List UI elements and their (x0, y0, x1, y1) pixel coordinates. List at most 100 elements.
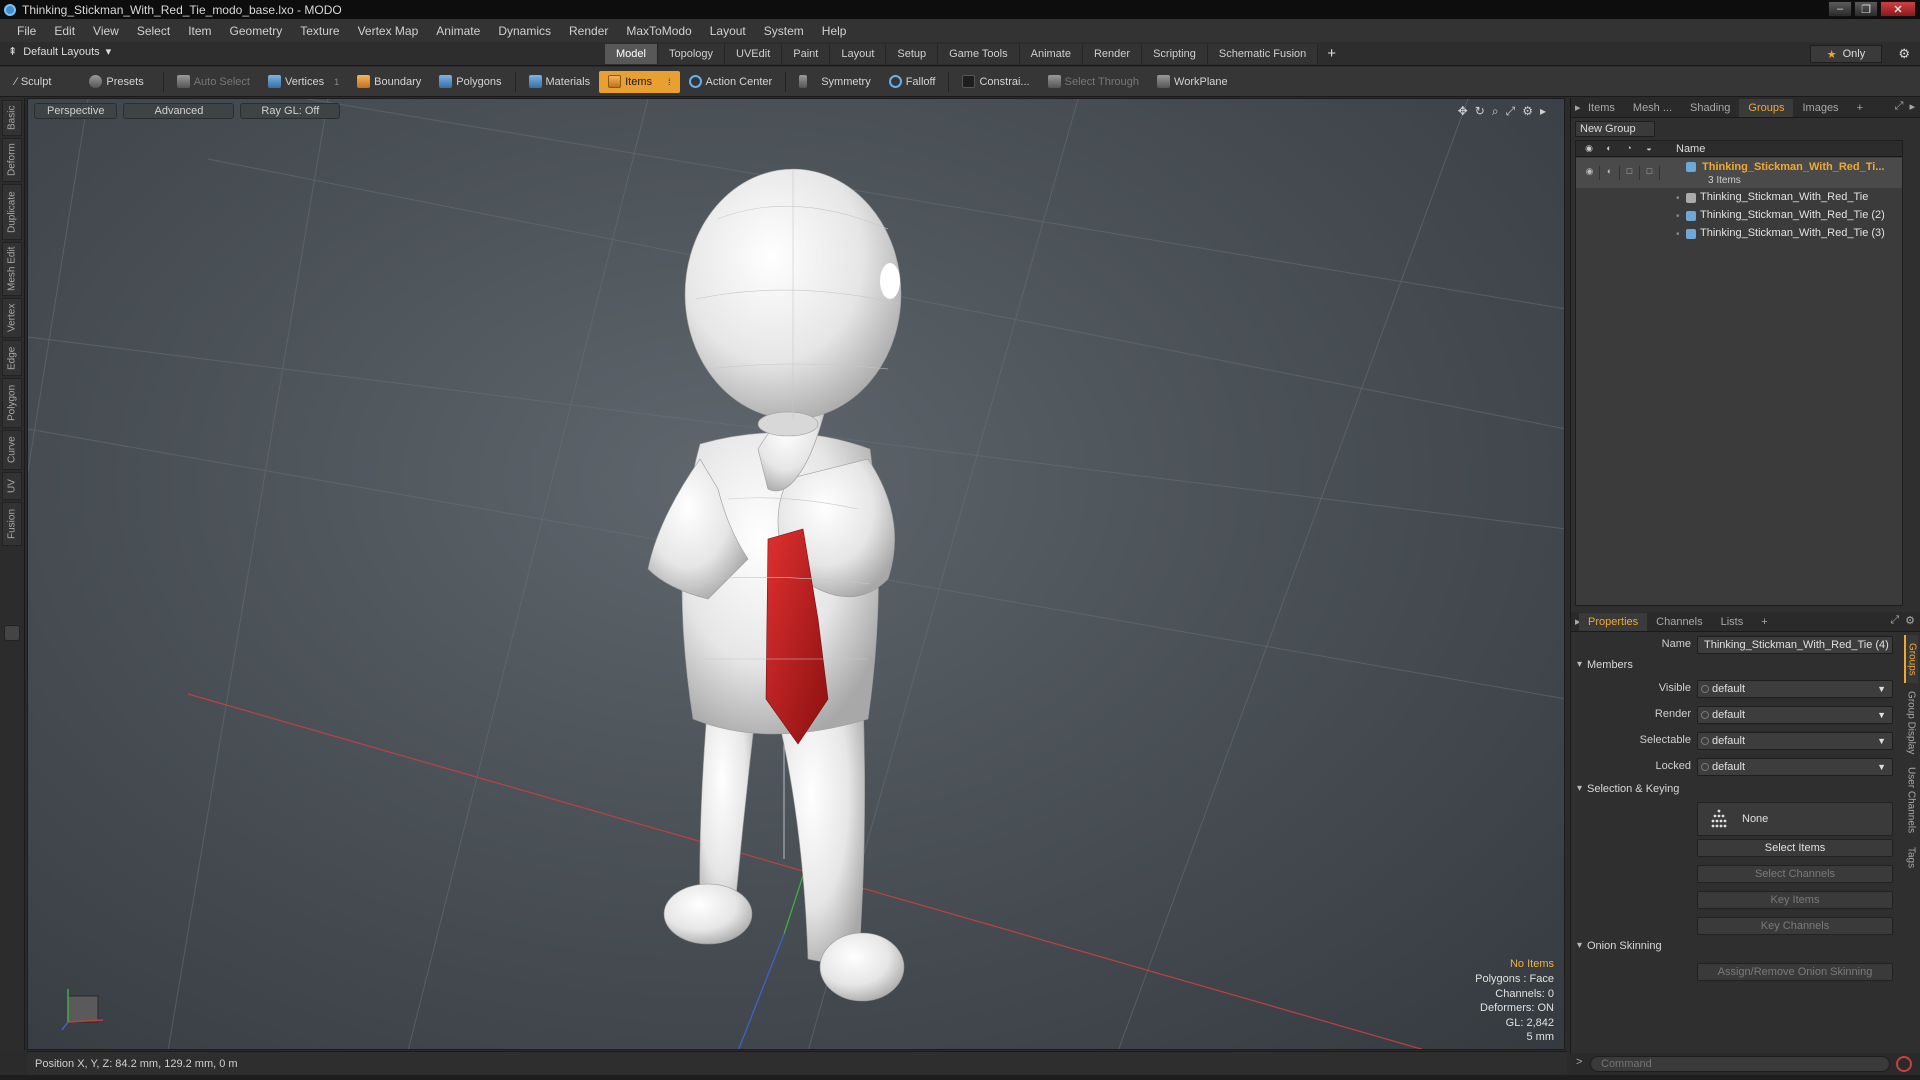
zoom-icon[interactable]: ⌕ (1492, 104, 1499, 119)
side-tab-user-channels[interactable]: User Channels (1904, 763, 1918, 837)
falloff-button[interactable]: Falloff (880, 71, 945, 93)
add-panel-tab-icon[interactable]: + (1752, 613, 1776, 631)
minimize-button[interactable]: – (1828, 1, 1852, 17)
lock-icon[interactable]: □ (1620, 166, 1640, 180)
tab-images[interactable]: Images (1793, 99, 1847, 117)
panel-more-icon[interactable]: ▸ (1909, 100, 1915, 113)
panel-menu-icon[interactable]: ▸ (1571, 613, 1581, 631)
selectable-dropdown[interactable]: default ▼ (1697, 732, 1893, 750)
raygl-toggle[interactable]: Ray GL: Off (240, 103, 341, 119)
tab-setup[interactable]: Setup (886, 44, 939, 64)
only-button[interactable]: ★ Only (1810, 45, 1882, 63)
tab-shading[interactable]: Shading (1681, 99, 1739, 117)
view-mode-dropdown[interactable]: Perspective (34, 103, 118, 119)
assign-onion-button[interactable]: Assign/Remove Onion Skinning (1697, 963, 1893, 981)
menu-layout[interactable]: Layout (701, 24, 755, 38)
tab-uvedit[interactable]: UVEdit (725, 44, 783, 64)
tab-properties[interactable]: Properties (1579, 612, 1648, 631)
gear-icon[interactable]: ⚙ (1898, 46, 1910, 62)
key-items-button[interactable]: Key Items (1697, 891, 1893, 909)
tab-paint[interactable]: Paint (782, 44, 831, 64)
vtab-polygon[interactable]: Polygon (2, 378, 22, 428)
members-section[interactable]: Members (1575, 657, 1905, 673)
vtab-basic[interactable]: Basic (2, 100, 22, 136)
menu-edit[interactable]: Edit (45, 24, 84, 38)
tab-render[interactable]: Render (1082, 44, 1143, 64)
menu-select[interactable]: Select (128, 24, 179, 38)
tab-mesh[interactable]: Mesh ... (1624, 99, 1681, 117)
selection-keying-section[interactable]: Selection & Keying (1575, 781, 1905, 797)
list-item[interactable]: • Thinking_Stickman_With_Red_Tie (3) (1576, 225, 1902, 243)
boundary-button[interactable]: Boundary (348, 71, 430, 93)
expand-icon[interactable]: ⤢ (1895, 100, 1904, 113)
tab-game-tools[interactable]: Game Tools (938, 44, 1020, 64)
tab-items[interactable]: Items (1579, 99, 1624, 117)
menu-view[interactable]: View (84, 24, 128, 38)
list-item[interactable]: • Thinking_Stickman_With_Red_Tie (2) (1576, 207, 1902, 225)
none-button[interactable]: None (1697, 802, 1893, 836)
tab-animate[interactable]: Animate (1019, 44, 1083, 64)
viewport-menu-icon[interactable]: ▸ (1540, 104, 1546, 119)
menu-vertex-map[interactable]: Vertex Map (349, 24, 428, 38)
pan-icon[interactable]: ✥ (1458, 104, 1468, 119)
visible-dropdown[interactable]: default ▼ (1697, 680, 1893, 698)
tab-schematic-fusion[interactable]: Schematic Fusion (1207, 44, 1319, 64)
list-item[interactable]: • Thinking_Stickman_With_Red_Tie (1576, 189, 1902, 207)
layouts-dropdown[interactable]: ⇞ Default Layouts ▾ (8, 45, 111, 59)
fit-icon[interactable]: ⤢ (1506, 104, 1516, 119)
vtab-curve[interactable]: Curve (2, 430, 22, 470)
side-tab-groups[interactable]: Groups (1904, 635, 1918, 683)
vtab-vertex[interactable]: Vertex (2, 298, 22, 338)
3d-viewport[interactable]: Perspective Advanced Ray GL: Off ✥ ↻ ⌕ ⤢… (27, 98, 1565, 1050)
panel-menu-icon[interactable]: ▸ (1571, 99, 1581, 117)
key-channels-button[interactable]: Key Channels (1697, 917, 1893, 935)
maximize-button[interactable]: ❐ (1854, 1, 1878, 17)
shading-dropdown[interactable]: Advanced (123, 103, 235, 119)
polygons-button[interactable]: Polygons (430, 71, 510, 93)
vtab-mesh-edit[interactable]: Mesh Edit (2, 242, 22, 296)
presets-button[interactable]: Presets (80, 71, 152, 93)
command-clear-icon[interactable] (1896, 1056, 1912, 1072)
menu-maxtomodo[interactable]: MaxToModo (617, 24, 700, 38)
select-through-button[interactable]: Select Through (1039, 71, 1148, 93)
add-tab-icon[interactable]: + (1318, 44, 1345, 64)
eye-icon[interactable]: ◉ (1580, 166, 1600, 180)
menu-animate[interactable]: Animate (427, 24, 489, 38)
tab-layout[interactable]: Layout (830, 44, 887, 64)
constraints-button[interactable]: Constrai... (953, 71, 1038, 93)
tab-scripting[interactable]: Scripting (1142, 44, 1208, 64)
rotate-icon[interactable]: ↻ (1475, 104, 1485, 119)
tab-model[interactable]: Model (605, 44, 658, 64)
name-field[interactable]: Thinking_Stickman_With_Red_Tie (4) (1697, 636, 1893, 654)
vtab-uv[interactable]: UV (2, 472, 22, 500)
menu-dynamics[interactable]: Dynamics (489, 24, 560, 38)
select-icon[interactable]: □ (1640, 166, 1660, 180)
render-icon[interactable]: ◐ (1599, 143, 1619, 154)
command-input[interactable] (1590, 1056, 1890, 1072)
lock-icon[interactable]: ◔ (1619, 143, 1639, 154)
menu-item[interactable]: Item (179, 24, 220, 38)
expand-icon[interactable]: ⤢ (1890, 614, 1899, 627)
close-button[interactable]: ✕ (1880, 1, 1916, 17)
sculpt-button[interactable]: ⁄ Sculpt (6, 71, 60, 93)
vtab-edge[interactable]: Edge (2, 340, 22, 376)
vertices-button[interactable]: Vertices 1 (259, 71, 348, 93)
locked-dropdown[interactable]: default ▼ (1697, 758, 1893, 776)
panel-gear-icon[interactable]: ⚙ (1905, 614, 1915, 627)
side-tab-tags[interactable]: Tags (1904, 841, 1918, 875)
render-dropdown[interactable]: default ▼ (1697, 706, 1893, 724)
add-panel-tab-icon[interactable]: + (1848, 99, 1872, 117)
tab-topology[interactable]: Topology (657, 44, 726, 64)
menu-help[interactable]: Help (813, 24, 856, 38)
vtab-duplicate[interactable]: Duplicate (2, 184, 22, 240)
select-channels-button[interactable]: Select Channels (1697, 865, 1893, 883)
tab-groups[interactable]: Groups (1739, 98, 1794, 117)
tool-pipe-icon[interactable] (4, 625, 20, 641)
group-row[interactable]: ◉ ◐ □ □ Thinking_Stickman_With_Red_Ti...… (1576, 158, 1902, 188)
symmetry-button[interactable]: Symmetry (790, 71, 880, 93)
tab-lists[interactable]: Lists (1712, 613, 1753, 631)
action-center-button[interactable]: Action Center (680, 71, 782, 93)
tab-channels[interactable]: Channels (1647, 613, 1711, 631)
menu-file[interactable]: File (8, 24, 45, 38)
select-items-button[interactable]: Select Items (1697, 839, 1893, 857)
